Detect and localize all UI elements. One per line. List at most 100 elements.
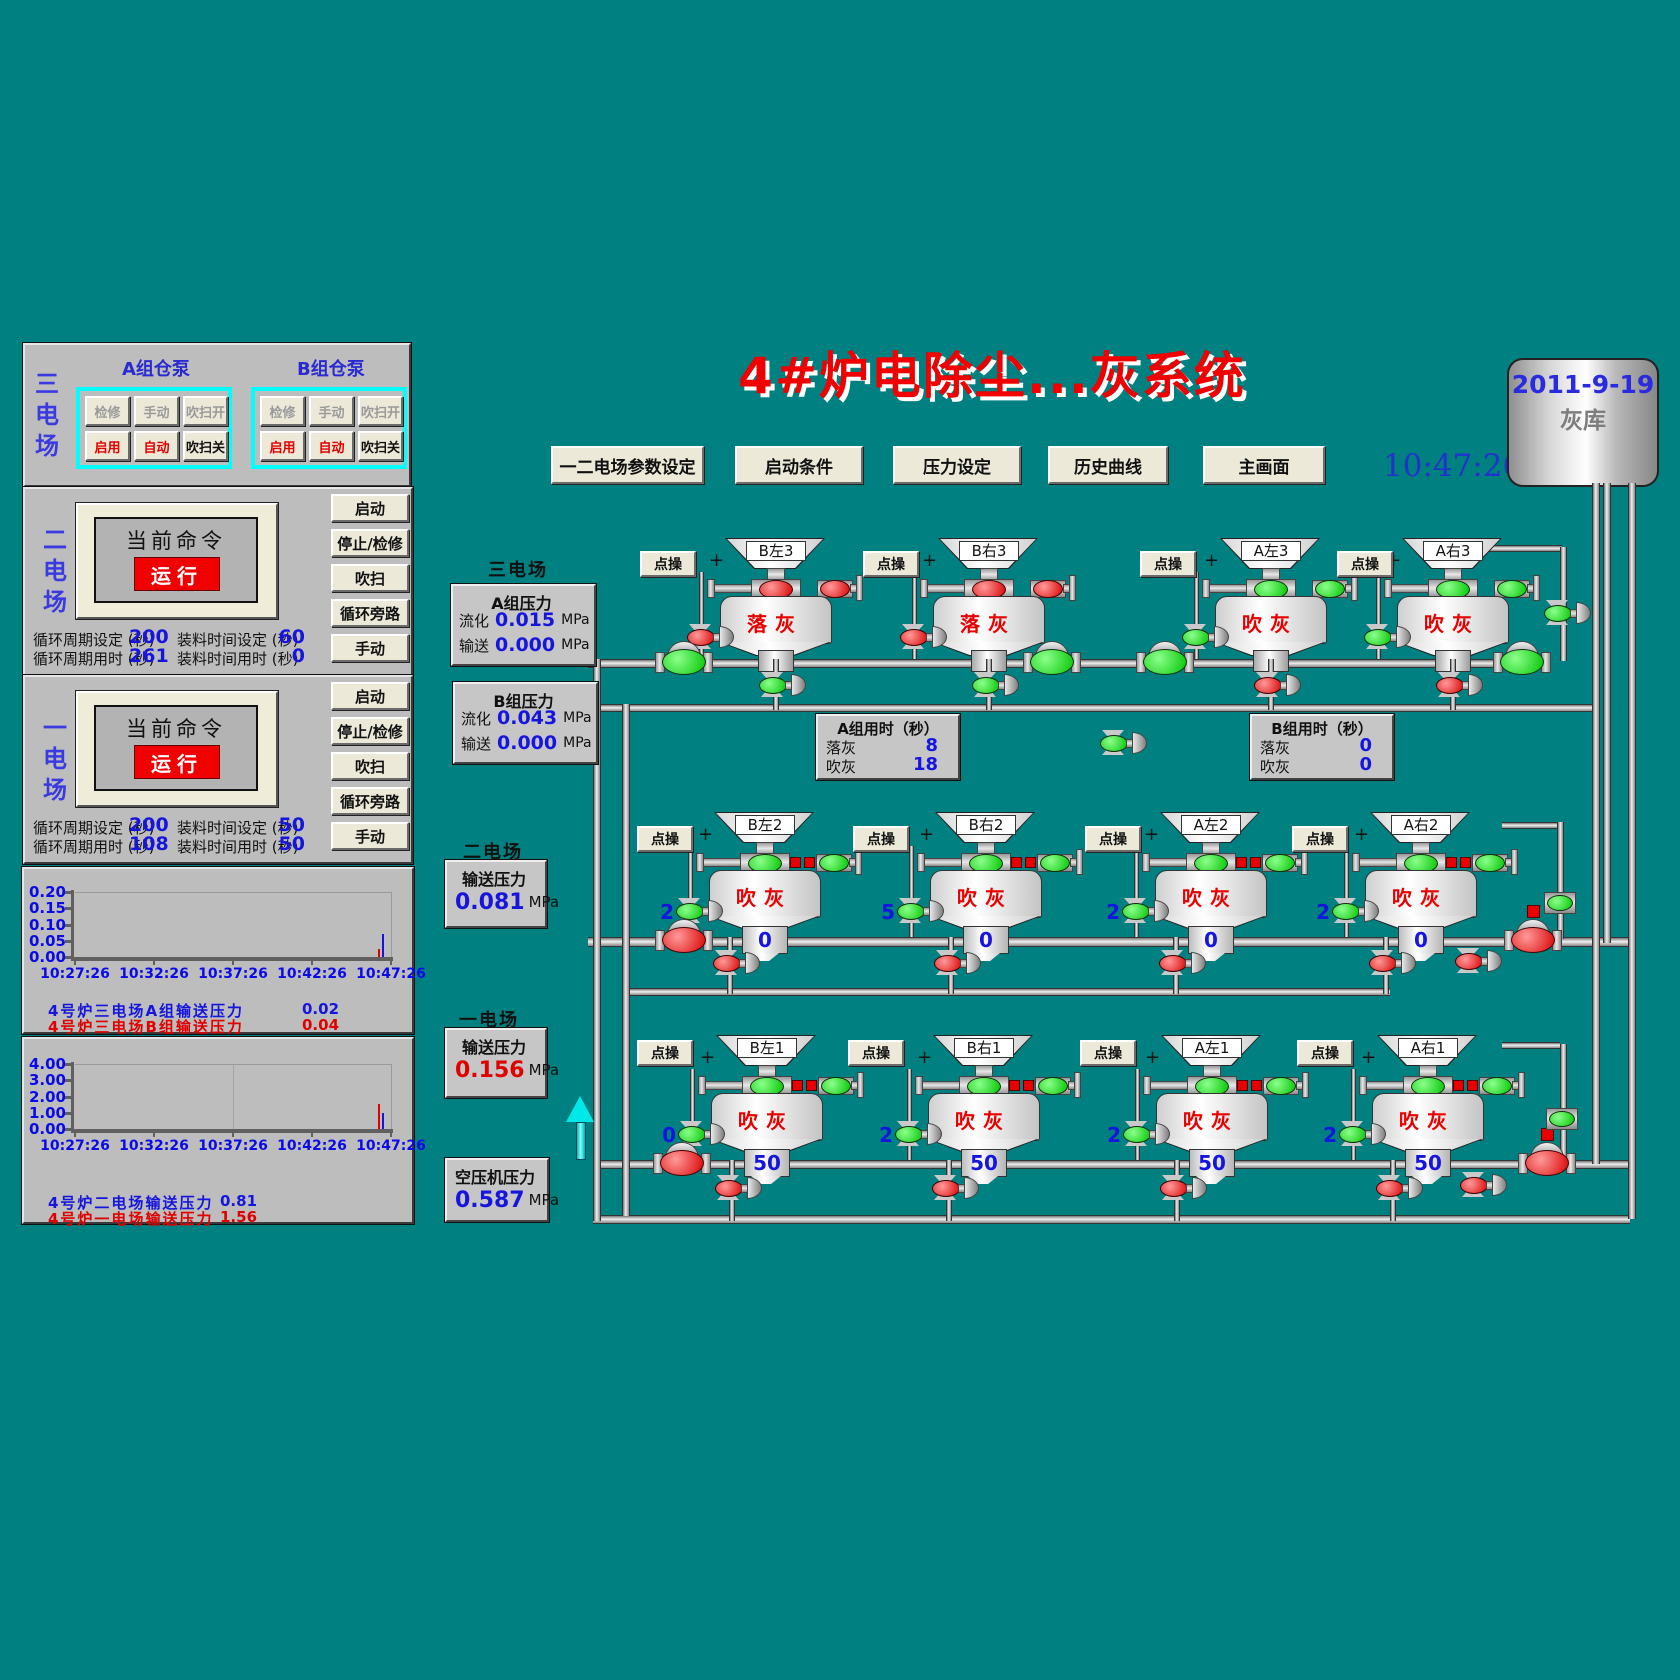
- status-square-icon: [1467, 1080, 1478, 1091]
- dian-cao-button[interactable]: 点操: [853, 826, 909, 852]
- field-button[interactable]: 启动: [331, 494, 409, 522]
- pump-button[interactable]: 启用: [85, 431, 130, 461]
- timer-row-value: 0: [1312, 754, 1372, 772]
- x-tick-label: 10:27:26: [40, 966, 110, 982]
- y-tick: [65, 1063, 72, 1066]
- pump-button[interactable]: 检修: [85, 396, 130, 426]
- pressure-gauge: A组压力流化0.015MPa输送0.000MPa: [451, 584, 596, 666]
- pump-button[interactable]: 启用: [260, 431, 305, 461]
- gauge-row: 输送0.000MPa: [459, 635, 588, 655]
- nav-button[interactable]: 主画面: [1203, 446, 1325, 484]
- command-inner: 当前命令运行: [94, 705, 258, 791]
- nav-button[interactable]: 启动条件: [735, 446, 863, 484]
- nav-button[interactable]: 一二电场参数设定: [551, 446, 704, 484]
- field-button[interactable]: 启动: [331, 682, 409, 710]
- dian-cao-button[interactable]: 点操: [637, 826, 693, 852]
- param-value: 200: [129, 814, 179, 834]
- gauge-row-unit: MPa: [561, 637, 589, 653]
- gauge-row-value: 0.000: [497, 732, 557, 754]
- hopper-label: A左2: [1181, 815, 1241, 835]
- flow-arrow-icon: [576, 1122, 586, 1160]
- crosshair-mark: +: [1361, 1047, 1381, 1063]
- field-button[interactable]: 停止/检修: [331, 529, 409, 557]
- pipe: [1502, 1042, 1560, 1049]
- pipe: [907, 1069, 912, 1160]
- dian-cao-button[interactable]: 点操: [1080, 1040, 1136, 1066]
- nav-button[interactable]: 历史曲线: [1048, 446, 1168, 484]
- y-tick-label: 0.05: [26, 932, 66, 948]
- valve-green-icon: [1549, 1111, 1575, 1127]
- dian-cao-button[interactable]: 点操: [1337, 551, 1393, 577]
- trend-spike: [378, 1104, 380, 1129]
- pipe-arm: [1363, 1081, 1407, 1090]
- vent-valve-green-icon: [1266, 1077, 1296, 1095]
- dian-cao-button[interactable]: 点操: [1297, 1040, 1353, 1066]
- pipe-arm-cap: [1143, 1076, 1151, 1095]
- status-square-icon: [1236, 857, 1247, 868]
- pump-button[interactable]: 检修: [260, 396, 305, 426]
- legend-value: 0.81: [220, 1192, 290, 1208]
- valve-red-icon: [932, 1180, 960, 1197]
- timer-row-label: 吹灰: [1260, 756, 1320, 774]
- hopper-state: 吹灰: [1377, 1105, 1477, 1129]
- y-tick: [65, 1112, 72, 1115]
- gridline: [233, 1064, 234, 1129]
- x-tick: [232, 957, 234, 965]
- gauge-value: 0.587: [455, 1188, 525, 1213]
- param-label: 循环周期设定 (秒): [33, 629, 143, 647]
- y-tick: [65, 1128, 72, 1131]
- field-button[interactable]: 吹扫: [331, 752, 409, 780]
- dian-cao-button[interactable]: 点操: [848, 1040, 904, 1066]
- gauge-row: 0.587MPa: [455, 1188, 541, 1212]
- pump-button[interactable]: 手动: [309, 396, 354, 426]
- command-inner: 当前命令运行: [94, 517, 258, 603]
- x-tick-label: 10:27:26: [40, 1138, 110, 1154]
- field-button[interactable]: 停止/检修: [331, 717, 409, 745]
- ash-silo-label: 灰库: [1509, 401, 1657, 435]
- timer-row-value: 0: [1312, 735, 1372, 753]
- valve-red-icon: [1369, 955, 1397, 972]
- dian-cao-button[interactable]: 点操: [1140, 551, 1196, 577]
- pump-button[interactable]: 吹扫开: [358, 396, 403, 426]
- legend-name: 4号炉三电场A组输送压力: [48, 1000, 298, 1016]
- pipe: [1344, 846, 1349, 937]
- field-button[interactable]: 循环旁路: [331, 787, 409, 815]
- trend-chart: 4.003.002.001.000.0010:27:2610:32:2610:3…: [22, 1037, 414, 1224]
- field-button[interactable]: 吹扫: [331, 564, 409, 592]
- gauge-row-unit: MPa: [563, 735, 591, 751]
- outlet-counter: 50: [961, 1149, 1007, 1177]
- valve-count: 0: [650, 1123, 676, 1145]
- field-button[interactable]: 循环旁路: [331, 599, 409, 627]
- field-button[interactable]: 手动: [331, 634, 409, 662]
- pump-button[interactable]: 自动: [309, 431, 354, 461]
- pipe-arm-cap: [1301, 849, 1308, 875]
- pump-button[interactable]: 吹扫关: [358, 431, 403, 461]
- pump-button[interactable]: 手动: [134, 396, 179, 426]
- valve-green-icon: [1122, 903, 1150, 920]
- field-button[interactable]: 手动: [331, 822, 409, 850]
- dian-cao-button[interactable]: 点操: [637, 1040, 693, 1066]
- valve-green-icon: [1364, 629, 1392, 646]
- dian-cao-button[interactable]: 点操: [1085, 826, 1141, 852]
- y-tick: [65, 924, 72, 927]
- pump-button[interactable]: 吹扫关: [183, 431, 228, 461]
- valve-green-icon: [897, 903, 925, 920]
- pressure-gauge: B组压力流化0.043MPa输送0.000MPa: [453, 682, 598, 764]
- pump-group: 检修手动吹扫开启用自动吹扫关: [251, 387, 407, 469]
- pipe: [630, 988, 1390, 996]
- valve-green-icon: [662, 649, 706, 675]
- valve-count: 2: [1311, 1123, 1337, 1145]
- dian-cao-button[interactable]: 点操: [640, 551, 696, 577]
- vent-valve-green-icon: [1038, 1077, 1068, 1095]
- valve-red-icon: [660, 1150, 704, 1176]
- pump-button[interactable]: 自动: [134, 431, 179, 461]
- dian-cao-button[interactable]: 点操: [863, 551, 919, 577]
- timer-table: B组用时（秒）落灰0吹灰0: [1250, 714, 1394, 780]
- vent-valve-green-icon: [1475, 854, 1505, 872]
- pump-button[interactable]: 吹扫开: [183, 396, 228, 426]
- nav-button[interactable]: 压力设定: [893, 446, 1021, 484]
- dian-cao-button[interactable]: 点操: [1292, 826, 1348, 852]
- hopper-label: B左2: [735, 815, 795, 835]
- pipe-arm: [919, 1081, 963, 1090]
- gauge-unit: MPa: [529, 1191, 560, 1209]
